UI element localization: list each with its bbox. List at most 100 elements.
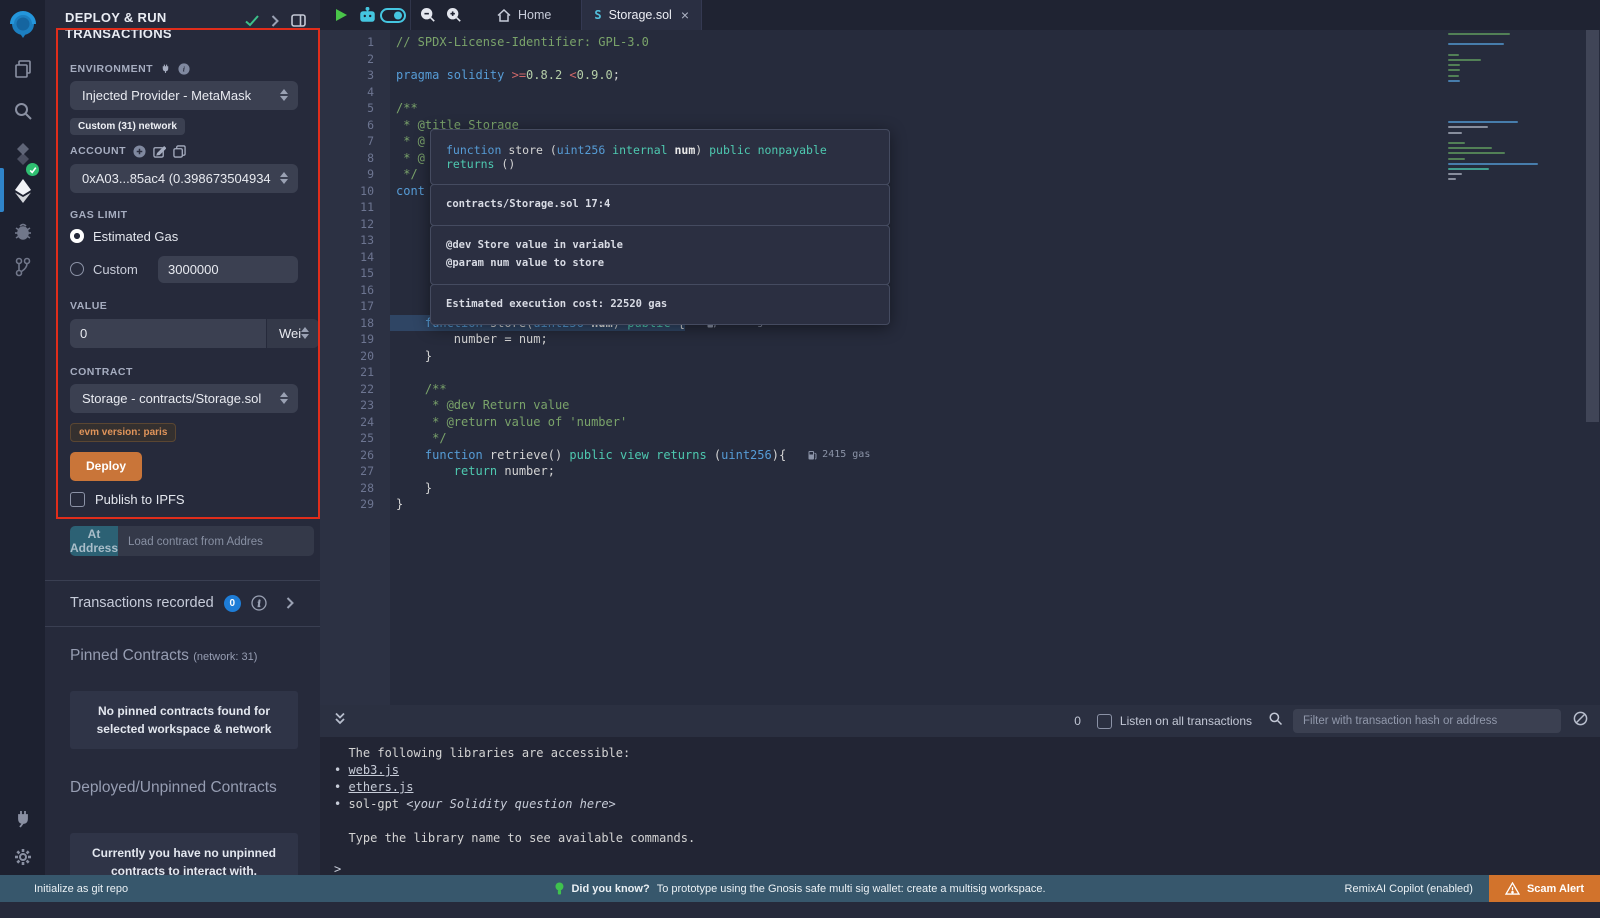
account-copy-icon[interactable]	[173, 145, 186, 158]
file-explorer-icon[interactable]	[0, 52, 45, 86]
hover-tooltip: function store (uint256 internal num) pu…	[430, 130, 890, 325]
gas-estimate-badge: 2415 gas	[808, 447, 870, 464]
panel-header: DEPLOY & RUN TRANSACTIONS	[45, 0, 320, 47]
contract-select[interactable]: Storage - contracts/Storage.sol	[70, 384, 298, 413]
line-content: */	[390, 166, 418, 183]
lightbulb-icon	[554, 882, 564, 896]
tab-home[interactable]: Home	[481, 0, 567, 30]
code-line[interactable]: 26 function retrieve() public view retur…	[320, 447, 1600, 464]
code-token: */	[396, 431, 447, 445]
remix-ai-robot-icon[interactable]	[354, 0, 380, 30]
git-init-status[interactable]: Initialize as git repo	[0, 883, 128, 895]
scam-alert-button[interactable]: Scam Alert	[1489, 875, 1600, 902]
code-line[interactable]: 29}	[320, 496, 1600, 513]
minimap-line	[1448, 64, 1460, 66]
code-token: }	[396, 349, 432, 363]
code-line[interactable]: 24 * @return value of 'number'	[320, 414, 1600, 431]
git-icon[interactable]	[0, 250, 45, 284]
terminal-link[interactable]: ethers.js	[348, 780, 413, 794]
terminal-line: • web3.js	[334, 762, 1600, 779]
editor-minimap[interactable]	[1448, 33, 1544, 183]
settings-gear-icon[interactable]	[0, 840, 45, 874]
code-token: ;	[613, 68, 620, 82]
code-line[interactable]: 2	[320, 51, 1600, 68]
code-token: * @return value of 'number'	[396, 415, 627, 429]
code-line[interactable]: 22 /**	[320, 381, 1600, 398]
code-token: number;	[504, 464, 555, 478]
transactions-recorded-row: Transactions recorded 0 i	[70, 581, 298, 626]
code-token: * @	[396, 134, 425, 148]
line-content: }	[390, 348, 432, 365]
code-token: uint256	[557, 143, 612, 157]
terminal-link[interactable]: web3.js	[348, 763, 399, 777]
code-line[interactable]: 4	[320, 84, 1600, 101]
debugger-icon[interactable]	[0, 214, 45, 248]
value-unit-select[interactable]: Wei	[267, 319, 319, 348]
line-number: 5	[320, 100, 390, 117]
terminal-output[interactable]: The following libraries are accessible:•…	[320, 737, 1600, 875]
tab-close-icon[interactable]: ×	[681, 8, 689, 22]
minimap-line	[1448, 126, 1488, 128]
code-line[interactable]: 28 }	[320, 480, 1600, 497]
account-sign-icon[interactable]	[153, 145, 166, 158]
zoom-in-icon[interactable]	[441, 0, 467, 30]
code-editor[interactable]: 1// SPDX-License-Identifier: GPL-3.023pr…	[320, 30, 1600, 705]
code-line[interactable]: 5 /**	[320, 100, 1600, 117]
line-number: 27	[320, 463, 390, 480]
minimap-line	[1448, 80, 1460, 82]
value-input[interactable]	[70, 319, 266, 348]
account-select[interactable]: 0xA03...85ac4 (0.398673504934	[70, 164, 298, 193]
transaction-filter-input[interactable]	[1293, 709, 1561, 733]
code-line[interactable]: 23 * @dev Return value	[320, 397, 1600, 414]
code-line[interactable]: 3pragma solidity >=0.8.2 <0.9.0;	[320, 67, 1600, 84]
code-token: /**	[396, 101, 418, 115]
code-line[interactable]: 27 return number;	[320, 463, 1600, 480]
code-line[interactable]: 19 number = num;	[320, 331, 1600, 348]
code-line[interactable]: 25 */	[320, 430, 1600, 447]
code-token: >=	[512, 68, 526, 82]
copilot-toggle[interactable]	[380, 0, 406, 30]
panel-chevron-right-icon[interactable]	[271, 14, 279, 32]
plugin-manager-icon[interactable]	[0, 802, 45, 836]
terminal-line: • sol-gpt <your Solidity question here>	[334, 796, 1600, 813]
at-address-button[interactable]: At Address	[70, 526, 118, 556]
code-line[interactable]: 1// SPDX-License-Identifier: GPL-3.0	[320, 34, 1600, 51]
editor-scrollbar[interactable]	[1586, 30, 1599, 422]
estimated-gas-option[interactable]: Estimated Gas	[70, 229, 298, 244]
environment-select[interactable]: Injected Provider - MetaMask	[70, 81, 298, 110]
deploy-run-icon[interactable]	[0, 172, 45, 210]
zoom-out-icon[interactable]	[415, 0, 441, 30]
publish-ipfs-checkbox[interactable]	[70, 492, 85, 507]
environment-plug-icon[interactable]	[160, 63, 171, 74]
terminal-collapse-icon[interactable]	[334, 712, 346, 730]
custom-gas-radio[interactable]	[70, 262, 84, 276]
transactions-expand-icon[interactable]	[286, 597, 294, 609]
editor-tabbar: Home S Storage.sol ×	[320, 0, 1600, 30]
divider	[410, 0, 411, 30]
minimap-line	[1448, 163, 1538, 165]
tab-storage-sol[interactable]: S Storage.sol ×	[581, 0, 702, 30]
run-script-play-icon[interactable]	[328, 0, 354, 30]
panel-pin-layout-icon[interactable]	[291, 14, 306, 32]
solidity-compiler-icon[interactable]	[0, 136, 45, 174]
code-line[interactable]: 20 }	[320, 348, 1600, 365]
custom-gas-input[interactable]	[158, 256, 298, 283]
remix-ide-window: DEPLOY & RUN TRANSACTIONS ENVIRONMENT	[0, 0, 1600, 918]
copilot-status[interactable]: RemixAI Copilot (enabled)	[1345, 883, 1473, 895]
listen-all-transactions-checkbox[interactable]	[1097, 714, 1112, 729]
deploy-button[interactable]: Deploy	[70, 452, 142, 481]
estimated-gas-radio[interactable]	[70, 229, 84, 243]
transactions-info-icon[interactable]: i	[251, 595, 267, 611]
environment-info-icon[interactable]: i	[178, 63, 190, 75]
account-add-icon[interactable]	[133, 145, 146, 158]
minimap-line	[1448, 142, 1465, 144]
line-content: pragma solidity >=0.8.2 <0.9.0;	[390, 67, 620, 84]
minimap-line	[1448, 33, 1510, 35]
at-address-input[interactable]	[118, 526, 314, 556]
select-stepper-icon	[280, 89, 288, 101]
line-number: 21	[320, 364, 390, 381]
clear-terminal-icon[interactable]	[1573, 711, 1588, 731]
search-icon[interactable]	[0, 94, 45, 128]
code-line[interactable]: 21	[320, 364, 1600, 381]
remix-ai-logo-icon[interactable]	[0, 6, 45, 44]
